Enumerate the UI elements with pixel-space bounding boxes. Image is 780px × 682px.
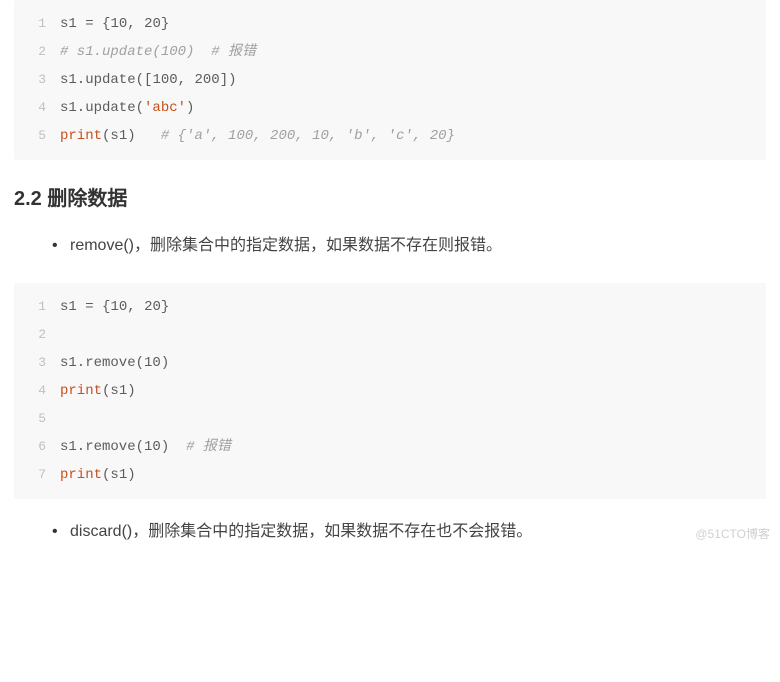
section-heading: 2.2 删除数据 [14,182,766,211]
line-number: 2 [24,38,46,66]
bullet-item-discard: discard()，删除集合中的指定数据，如果数据不存在也不会报错。 [70,517,766,547]
watermark: @51CTO博客 [695,525,770,542]
bullet-list-1: remove()，删除集合中的指定数据，如果数据不存在则报错。 [14,231,766,261]
code-line: 5 [24,405,756,433]
code-content: print(s1) # {'a', 100, 200, 10, 'b', 'c'… [60,122,756,150]
code-line: 1 s1 = {10, 20} [24,10,756,38]
code-content: s1 = {10, 20} [60,293,756,321]
line-number: 1 [24,10,46,38]
bullet-list-2: discard()，删除集合中的指定数据，如果数据不存在也不会报错。 [14,517,766,547]
line-number: 1 [24,293,46,321]
line-number: 4 [24,94,46,122]
code-line: 4 print(s1) [24,377,756,405]
code-content [60,321,756,349]
code-line: 3 s1.update([100, 200]) [24,66,756,94]
bullet-item-remove: remove()，删除集合中的指定数据，如果数据不存在则报错。 [70,231,766,261]
code-content: s1.update([100, 200]) [60,66,756,94]
line-number: 5 [24,405,46,433]
code-content: s1.remove(10) # 报错 [60,433,756,461]
code-content: s1.remove(10) [60,349,756,377]
code-block-2: 1 s1 = {10, 20} 2 3 s1.remove(10) 4 print(s1)… [14,283,766,499]
code-line: 4 s1.update('abc') [24,94,756,122]
bullet-desc: ，删除集合中的指定数据，如果数据不存在也不会报错。 [132,523,532,540]
code-content: print(s1) [60,461,756,489]
code-line: 6 s1.remove(10) # 报错 [24,433,756,461]
line-number: 3 [24,349,46,377]
code-line: 3 s1.remove(10) [24,349,756,377]
line-number: 6 [24,433,46,461]
code-line: 7 print(s1) [24,461,756,489]
code-content [60,405,756,433]
code-line: 5 print(s1) # {'a', 100, 200, 10, 'b', 'c… [24,122,756,150]
code-content: s1.update('abc') [60,94,756,122]
code-content: s1 = {10, 20} [60,10,756,38]
method-name: discard() [70,523,132,540]
code-content: # s1.update(100) # 报错 [60,38,756,66]
line-number: 2 [24,321,46,349]
line-number: 3 [24,66,46,94]
method-name: remove() [70,237,134,254]
code-line: 1 s1 = {10, 20} [24,293,756,321]
line-number: 7 [24,461,46,489]
line-number: 4 [24,377,46,405]
bullet-desc: ，删除集合中的指定数据，如果数据不存在则报错。 [134,237,502,254]
code-block-1: 1 s1 = {10, 20} 2 # s1.update(100) # 报错 3 s1.… [14,0,766,160]
code-content: print(s1) [60,377,756,405]
line-number: 5 [24,122,46,150]
code-line: 2 [24,321,756,349]
code-line: 2 # s1.update(100) # 报错 [24,38,756,66]
